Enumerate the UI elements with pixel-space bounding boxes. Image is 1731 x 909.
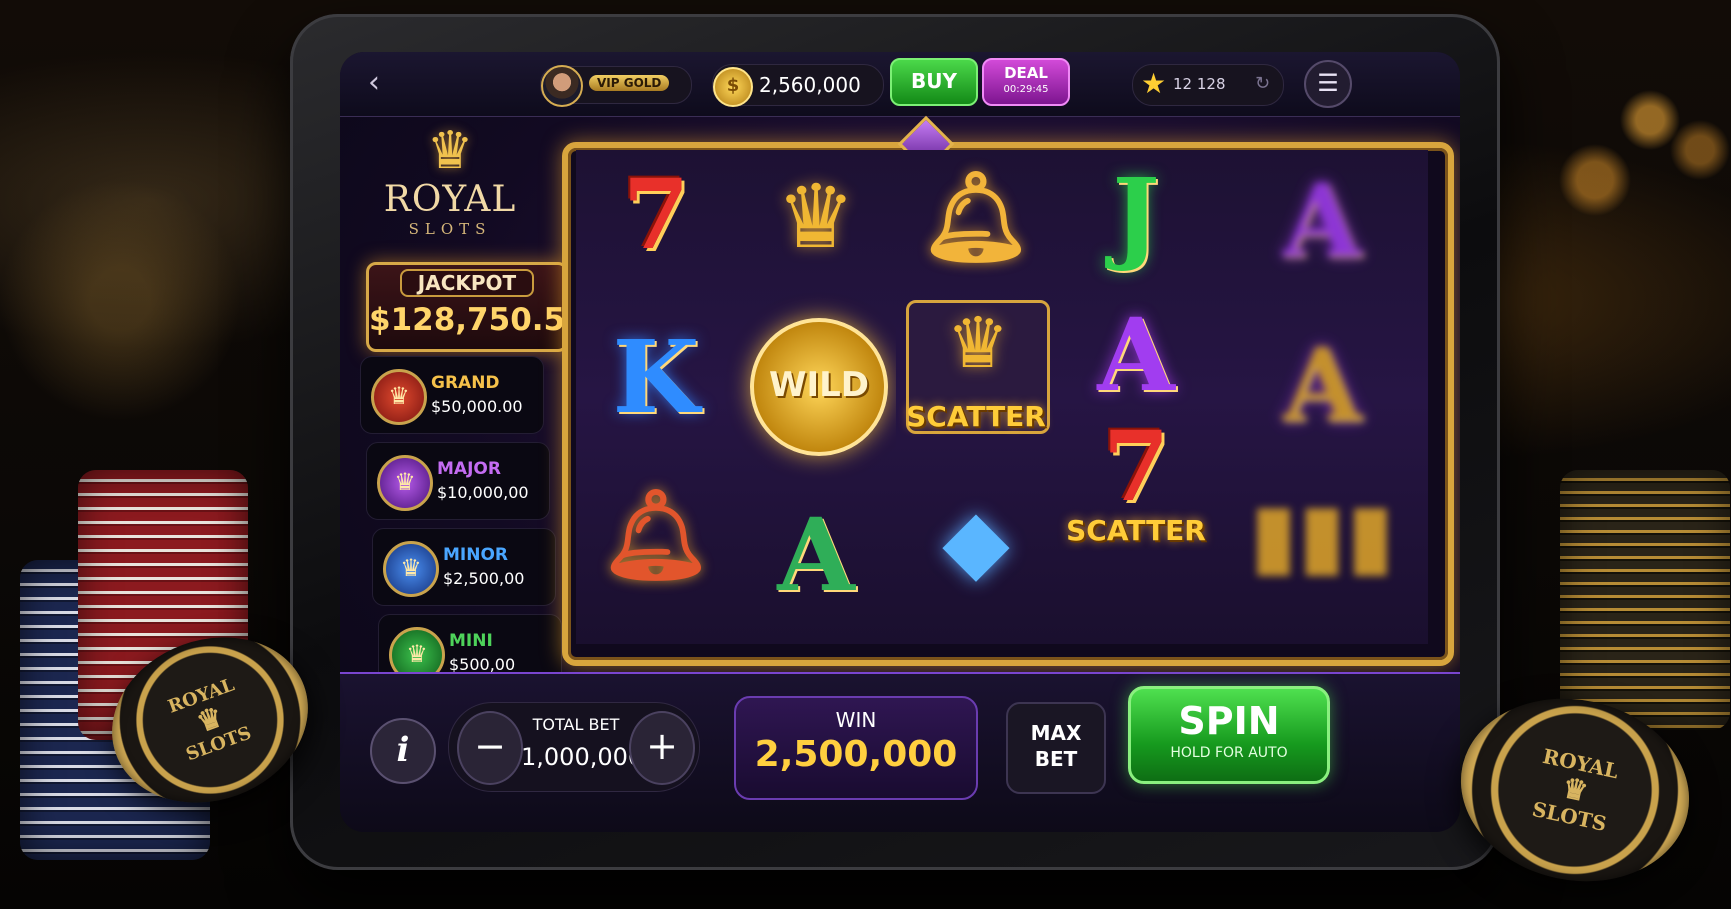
slot-game-screen: ‹ VIP GOLD $ 2,560,000 BUY DEAL 00:29:45… [340,52,1460,832]
tier-name: GRAND [431,373,500,393]
wild-symbol: WILD [750,318,888,456]
decrease-bet-button[interactable]: − [457,711,523,785]
reel-4: J A 7 SCATTER [1056,150,1218,644]
reel-2: ♛ WILD A [736,150,898,644]
ace-symbol: A [1283,326,1361,444]
spin-label: SPIN [1178,699,1280,743]
hamburger-menu-icon: ☰ [1317,69,1339,97]
level-indicator: ★ 12 128 ↻ [1132,64,1284,106]
reel-5-spinning: A A ▮▮▮ [1216,150,1428,644]
win-label: WIN [835,708,877,732]
coin-balance-value: 2,560,000 [759,73,861,97]
grand-gem-icon: ♛ [371,369,427,425]
crown-icon: ♛ [946,302,1010,384]
tier-name: MAJOR [437,459,501,479]
logo-title: ROYAL [383,179,517,220]
royal-slots-logo: ♛ ROYAL SLOTS [350,122,550,252]
ace-symbol: A [1097,296,1175,414]
king-symbol: K [612,318,700,436]
menu-button[interactable]: ☰ [1304,60,1352,108]
reel-1: 7 K 🔔︎ [576,150,738,644]
deal-timer: 00:29:45 [1003,84,1049,95]
win-value: 2,500,000 [754,734,958,775]
tier-grand: ♛ GRAND $50,000.00 [360,356,544,434]
back-button[interactable]: ‹ [358,66,390,102]
tier-name: MINI [449,631,493,651]
refresh-icon: ↻ [1255,73,1271,94]
buy-button[interactable]: BUY [890,58,978,106]
vip-badge: VIP GOLD [589,75,670,91]
info-button[interactable]: i [370,718,436,784]
level-value: 12 128 [1173,75,1226,93]
tier-minor: ♛ MINOR $2,500,00 [372,528,556,606]
top-bar: ‹ VIP GOLD $ 2,560,000 BUY DEAL 00:29:45… [340,52,1460,117]
major-gem-icon: ♛ [377,455,433,511]
seven-symbol: 7 [1102,410,1170,523]
coin-balance: $ 2,560,000 [712,64,884,107]
motion-blur-icon: ▮▮▮ [1249,483,1395,586]
jackpot-panel: JACKPOT $128,750.50 [366,262,587,352]
chevron-left-icon: ‹ [368,65,380,100]
total-bet-value: 1,000,000 [521,743,644,771]
coin-icon: $ [713,67,753,107]
win-display: WIN 2,500,000 [734,696,978,800]
max-bet-button[interactable]: MAX BET [1006,702,1106,794]
max-bet-line1: MAX [1030,721,1082,745]
jackpot-value: $128,750.50 [369,302,587,338]
ace-symbol: A [777,496,855,614]
tier-major: ♛ MAJOR $10,000,00 [366,442,550,520]
crown-icon: ♛ [426,121,474,181]
crown-icon: ♛ [776,165,856,268]
jackpot-label: JACKPOT [400,269,534,297]
diamond-icon: ◆ [942,489,1010,592]
tier-value: $10,000,00 [437,483,529,502]
tier-name: MINOR [443,545,509,565]
spin-sublabel: HOLD FOR AUTO [1170,745,1288,761]
reel-3: 🔔︎ ♛ SCATTER ◆ [896,150,1058,644]
star-icon: ★ [1141,67,1167,100]
logo-subtitle: SLOTS [408,220,492,238]
deal-button[interactable]: DEAL 00:29:45 [982,58,1070,106]
tier-value: $2,500,00 [443,569,525,588]
scatter-symbol: SCATTER [1066,514,1206,547]
bell-icon: 🔔︎ [920,165,1032,268]
tier-value: $50,000.00 [431,397,523,416]
avatar[interactable] [541,65,583,107]
total-bet-label: TOTAL BET [532,715,620,734]
increase-bet-button[interactable]: + [629,711,695,785]
seven-symbol: 7 [622,158,690,271]
ace-symbol: A [1283,162,1361,280]
bottom-bar: i − TOTAL BET 1,000,000 + WIN 2,500,000 … [340,672,1460,832]
deal-label: DEAL [1004,64,1048,82]
bell-icon: 🔔︎ [600,483,712,586]
spin-button[interactable]: SPIN HOLD FOR AUTO [1128,686,1330,784]
minor-gem-icon: ♛ [383,541,439,597]
max-bet-line2: BET [1034,747,1078,771]
vip-status[interactable]: VIP GOLD [540,65,692,107]
jack-symbol: J [1112,156,1160,274]
total-bet-control: − TOTAL BET 1,000,000 + [448,702,700,792]
gold-chip-stack [1560,470,1730,730]
scatter-symbol: SCATTER [906,400,1046,433]
